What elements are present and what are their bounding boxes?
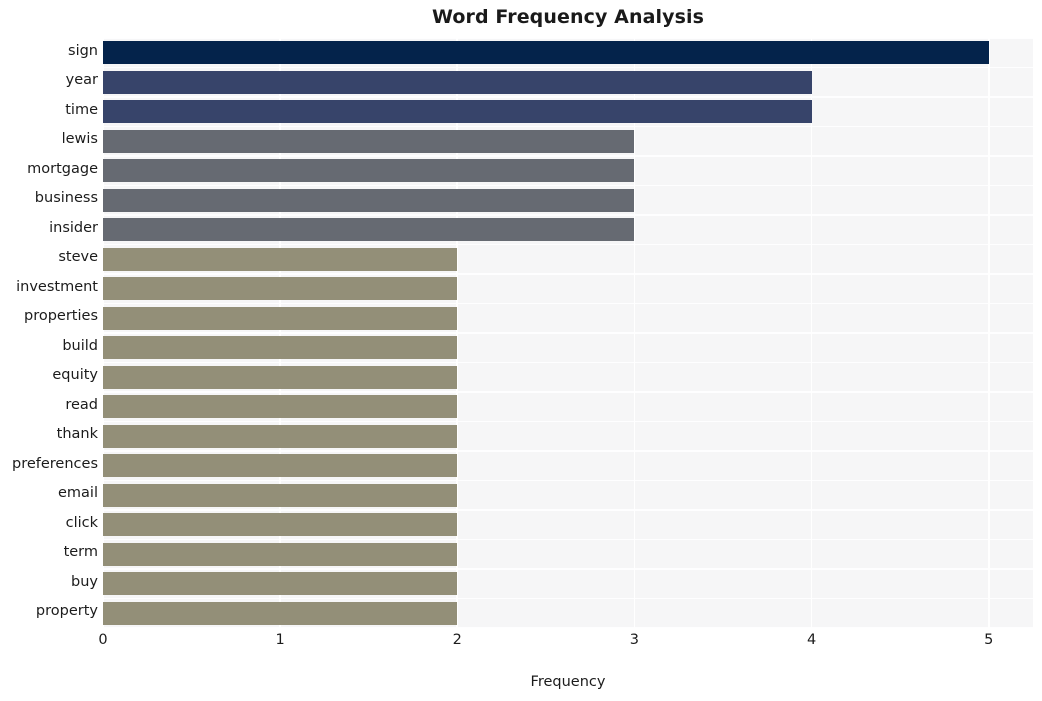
y-tick-label: equity — [52, 367, 98, 384]
bar[interactable] — [103, 247, 458, 271]
gridline-vertical — [633, 38, 636, 628]
gridline-horizontal — [103, 273, 1033, 275]
gridline-horizontal — [103, 184, 1033, 187]
bar[interactable] — [103, 601, 458, 625]
gridline-horizontal — [103, 391, 1033, 393]
bar[interactable] — [103, 70, 812, 94]
bar[interactable] — [103, 513, 458, 537]
y-tick-label: thank — [56, 426, 98, 443]
y-axis-tick-labels: sign year time lewis mortgage business insider… — [0, 38, 98, 628]
chart-title: Word Frequency Analysis — [431, 6, 705, 28]
gridline-horizontal — [103, 332, 1033, 334]
gridline-vertical — [279, 38, 281, 628]
y-tick-label: year — [65, 72, 98, 89]
bar[interactable] — [103, 483, 458, 507]
y-tick-label: lewis — [61, 131, 98, 148]
gridline-horizontal — [103, 214, 1033, 216]
gridline-horizontal — [103, 538, 1033, 541]
gridline-horizontal — [103, 38, 1033, 39]
y-tick-label: insider — [49, 219, 98, 236]
gridline-horizontal — [103, 243, 1033, 246]
y-tick-label: buy — [71, 573, 98, 590]
gridline-horizontal — [103, 96, 1033, 98]
bar[interactable] — [103, 542, 458, 566]
bar[interactable] — [103, 277, 458, 301]
bar[interactable] — [103, 306, 458, 330]
bar[interactable] — [103, 454, 458, 478]
bar[interactable] — [103, 572, 458, 596]
bar[interactable] — [103, 41, 989, 65]
y-tick-label: sign — [68, 42, 98, 59]
gridline-vertical — [456, 38, 459, 628]
bar[interactable] — [103, 129, 635, 153]
bar[interactable] — [103, 218, 635, 242]
y-tick-label: investment — [16, 278, 98, 295]
gridline-vertical — [987, 38, 990, 628]
chart-figure: Word Frequency Analysis sign year time lewi… — [0, 0, 1042, 701]
x-tick-label: 2 — [452, 632, 462, 648]
gridline-horizontal — [103, 155, 1033, 157]
gridline-horizontal — [103, 420, 1033, 423]
y-tick-label: term — [63, 544, 98, 561]
x-tick-label: 5 — [984, 632, 994, 648]
y-tick-label: build — [62, 337, 98, 354]
bar[interactable] — [103, 395, 458, 419]
gridline-horizontal — [103, 479, 1033, 482]
gridline-vertical — [810, 38, 813, 628]
x-tick-label: 4 — [806, 632, 817, 648]
bar[interactable] — [103, 365, 458, 389]
x-axis-label: Frequency — [530, 674, 606, 690]
y-tick-label: properties — [24, 308, 98, 325]
x-tick-label: 3 — [629, 632, 640, 648]
y-tick-label: business — [34, 190, 98, 207]
y-tick-label: click — [65, 514, 98, 531]
gridline-horizontal — [103, 509, 1033, 511]
gridline-horizontal — [103, 568, 1033, 570]
y-tick-label: mortgage — [27, 160, 98, 177]
gridline-horizontal — [103, 361, 1033, 364]
gridline-horizontal — [103, 125, 1033, 128]
gridline-horizontal — [103, 597, 1033, 600]
bar[interactable] — [103, 188, 635, 212]
bar[interactable] — [103, 100, 812, 124]
bar[interactable] — [103, 336, 458, 360]
bar[interactable] — [103, 424, 458, 448]
y-tick-label: preferences — [12, 455, 98, 472]
y-tick-label: steve — [58, 249, 98, 266]
y-tick-label: property — [35, 603, 98, 620]
plot-area — [103, 38, 1033, 628]
x-tick-label: 1 — [275, 632, 285, 648]
gridline-horizontal — [103, 66, 1033, 69]
y-tick-label: email — [58, 485, 98, 502]
gridline-horizontal — [103, 450, 1033, 452]
gridline-vertical — [103, 38, 104, 628]
x-axis-tick-labels: 0 1 2 3 4 5 — [0, 628, 1042, 658]
gridline-horizontal — [103, 302, 1033, 305]
y-tick-label: time — [65, 101, 98, 118]
bar[interactable] — [103, 159, 635, 183]
y-tick-label: read — [65, 396, 98, 413]
x-tick-label: 0 — [98, 632, 108, 648]
